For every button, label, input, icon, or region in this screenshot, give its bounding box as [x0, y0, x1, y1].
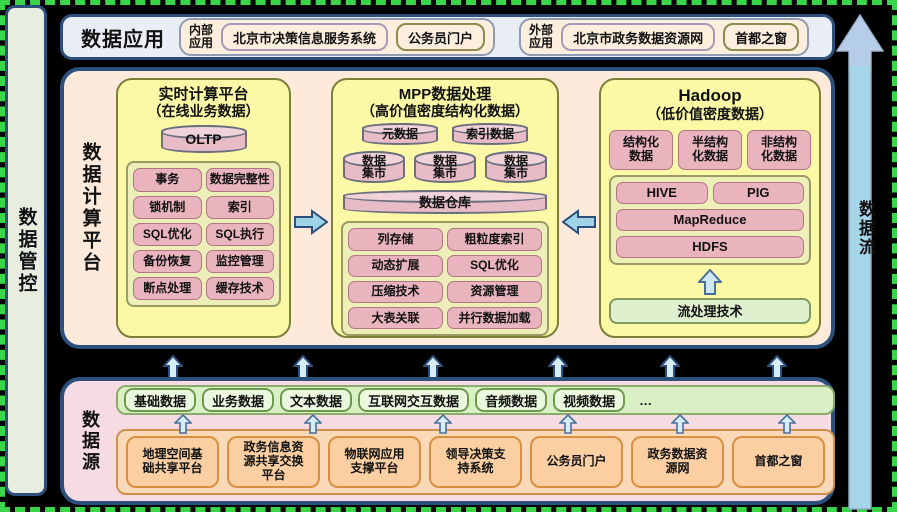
mpp-feature[interactable]: 压缩技术: [348, 280, 443, 304]
mpp-feature[interactable]: 列存储: [348, 228, 443, 251]
source-system-chip[interactable]: 公务员门户: [530, 436, 623, 488]
realtime-feature[interactable]: 锁机制: [133, 195, 202, 219]
data-mart-cylinder: 数据 集市: [485, 151, 547, 184]
hadoop-data-type[interactable]: 结构化 数据: [609, 129, 673, 170]
mpp-feature[interactable]: 并行数据加载: [447, 307, 542, 330]
data-kind-chip[interactable]: 音频数据: [475, 388, 548, 412]
arrow-right-icon: [294, 209, 328, 235]
data-source-label: 数据源: [80, 409, 100, 473]
source-system-chip[interactable]: 首都之窗: [732, 436, 825, 488]
hadoop-hive[interactable]: HIVE: [616, 181, 708, 204]
arrow-slot-right: [559, 71, 599, 345]
realtime-feature[interactable]: 索引: [205, 195, 274, 219]
external-application-group: 外部 应用 北京市政务数据资源网 首都之窗: [519, 18, 810, 56]
diagram-canvas: 数据管控 数据应用 内部 应用 北京市决策信息服务系统 公务员门户 外部 应用 …: [0, 0, 897, 512]
arrow-up-icon: [434, 414, 452, 434]
hadoop-hdfs[interactable]: HDFS: [616, 235, 804, 258]
data-source-panel: 数据源 基础数据 业务数据 文本数据 互联网交互数据 音频数据 视频数据 … 地…: [60, 377, 835, 505]
realtime-feature[interactable]: 事务: [133, 168, 202, 192]
source-system-chip[interactable]: 政务数据资 源网: [631, 436, 724, 488]
arrow-up-icon: [559, 414, 577, 434]
mpp-feature-grid: 列存储 粗粒度索引 动态扩展 SQL优化 压缩技术 资源管理 大表关联 并行数据…: [341, 221, 549, 337]
mpp-feature[interactable]: 粗粒度索引: [447, 228, 542, 251]
arrow-up-icon: [304, 414, 322, 434]
realtime-platform-title: 实时计算平台 （在线业务数据）: [147, 86, 260, 120]
data-flow-arrow-icon: [835, 13, 885, 510]
external-application-tag: 外部 应用: [529, 23, 554, 50]
data-kind-chip[interactable]: 基础数据: [124, 388, 197, 412]
mpp-index-data-cylinder: 索引数据: [452, 123, 528, 146]
arrow-up-icon: [174, 414, 192, 434]
hadoop-column: Hadoop （低价值密度数据） 结构化 数据 半结构 化数据 非结构 化数据 …: [599, 78, 821, 338]
realtime-feature[interactable]: SQL优化: [133, 222, 202, 246]
arrow-left-icon: [562, 209, 596, 235]
realtime-feature[interactable]: 断点处理: [133, 277, 202, 301]
data-application-bar: 数据应用 内部 应用 北京市决策信息服务系统 公务员门户 外部 应用 北京市政务…: [60, 14, 835, 60]
data-computing-platform-panel: 数据计算平台 实时计算平台 （在线业务数据） OLTP 事务 数据完整性 锁机制…: [60, 67, 835, 349]
arrow-up-icon: [698, 268, 722, 295]
hadoop-data-type[interactable]: 半结构 化数据: [678, 129, 742, 170]
arrow-up-icon: [671, 414, 689, 434]
source-system-chip[interactable]: 政务信息资 源共享交换 平台: [227, 436, 320, 488]
mpp-feature[interactable]: 大表关联: [348, 307, 443, 330]
mpp-feature[interactable]: 资源管理: [447, 280, 542, 304]
arrow-up-icon: [778, 414, 796, 434]
data-governance-label: 数据管控: [15, 206, 37, 295]
data-computing-platform-label: 数据计算平台: [79, 142, 101, 274]
internal-application-tag: 内部 应用: [189, 23, 214, 50]
realtime-feature[interactable]: 缓存技术: [205, 277, 274, 301]
data-kind-row: 基础数据 业务数据 文本数据 互联网交互数据 音频数据 视频数据 …: [116, 385, 835, 415]
mpp-title: MPP数据处理 （高价值密度结构化数据）: [361, 86, 529, 120]
app-external-item-1[interactable]: 首都之窗: [723, 23, 800, 51]
data-governance-panel: 数据管控: [5, 5, 47, 496]
app-internal-item-1[interactable]: 公务员门户: [396, 23, 486, 51]
realtime-platform-column: 实时计算平台 （在线业务数据） OLTP 事务 数据完整性 锁机制 索引 SQL…: [116, 78, 291, 338]
mpp-metadata-cylinder: 元数据: [362, 123, 438, 146]
mpp-column: MPP数据处理 （高价值密度结构化数据） 元数据 索引数据 数据 集市 数据 集…: [331, 78, 559, 338]
internal-application-group: 内部 应用 北京市决策信息服务系统 公务员门户: [179, 18, 496, 56]
realtime-feature[interactable]: 监控管理: [205, 249, 274, 274]
hadoop-pig[interactable]: PIG: [712, 181, 804, 204]
data-kind-chip[interactable]: 业务数据: [202, 388, 275, 412]
stream-processing-box[interactable]: 流处理技术: [609, 297, 811, 324]
arrow-slot-left: [291, 71, 331, 345]
mpp-feature[interactable]: SQL优化: [447, 254, 542, 277]
realtime-feature[interactable]: 数据完整性: [205, 168, 274, 192]
source-system-chip[interactable]: 物联网应用 支撑平台: [328, 436, 421, 488]
data-kind-chip[interactable]: 文本数据: [280, 388, 353, 412]
oltp-database-cylinder: OLTP: [160, 125, 247, 154]
hadoop-data-type[interactable]: 非结构 化数据: [747, 129, 811, 170]
source-system-row: 地理空间基 础共享平台 政务信息资 源共享交换 平台 物联网应用 支撑平台 领导…: [116, 429, 835, 495]
source-system-chip[interactable]: 地理空间基 础共享平台: [126, 436, 219, 488]
data-kind-chip[interactable]: 视频数据: [553, 388, 626, 412]
data-mart-cylinder: 数据 集市: [343, 151, 405, 184]
mpp-feature[interactable]: 动态扩展: [348, 254, 443, 277]
data-warehouse-cylinder: 数据仓库: [343, 190, 547, 215]
app-external-item-0[interactable]: 北京市政务数据资源网: [561, 23, 716, 51]
realtime-feature-grid: 事务 数据完整性 锁机制 索引 SQL优化 SQL执行 备份恢复 监控管理 断点…: [126, 161, 281, 308]
data-kind-ellipsis: …: [639, 392, 653, 408]
hadoop-mapreduce[interactable]: MapReduce: [616, 208, 804, 231]
data-application-title: 数据应用: [81, 28, 165, 51]
data-mart-cylinder: 数据 集市: [414, 151, 476, 184]
realtime-feature[interactable]: 备份恢复: [133, 249, 202, 274]
data-flow-label: 数据流: [856, 200, 875, 257]
hadoop-title: Hadoop （低价值密度数据）: [647, 86, 773, 122]
hadoop-stack-box: HIVE PIG MapReduce HDFS: [609, 174, 811, 265]
realtime-feature[interactable]: SQL执行: [205, 222, 274, 246]
app-internal-item-0[interactable]: 北京市决策信息服务系统: [221, 23, 389, 51]
data-kind-chip[interactable]: 互联网交互数据: [358, 388, 470, 412]
hadoop-data-type-row: 结构化 数据 半结构 化数据 非结构 化数据: [609, 129, 811, 170]
source-system-chip[interactable]: 领导决策支 持系统: [429, 436, 522, 488]
